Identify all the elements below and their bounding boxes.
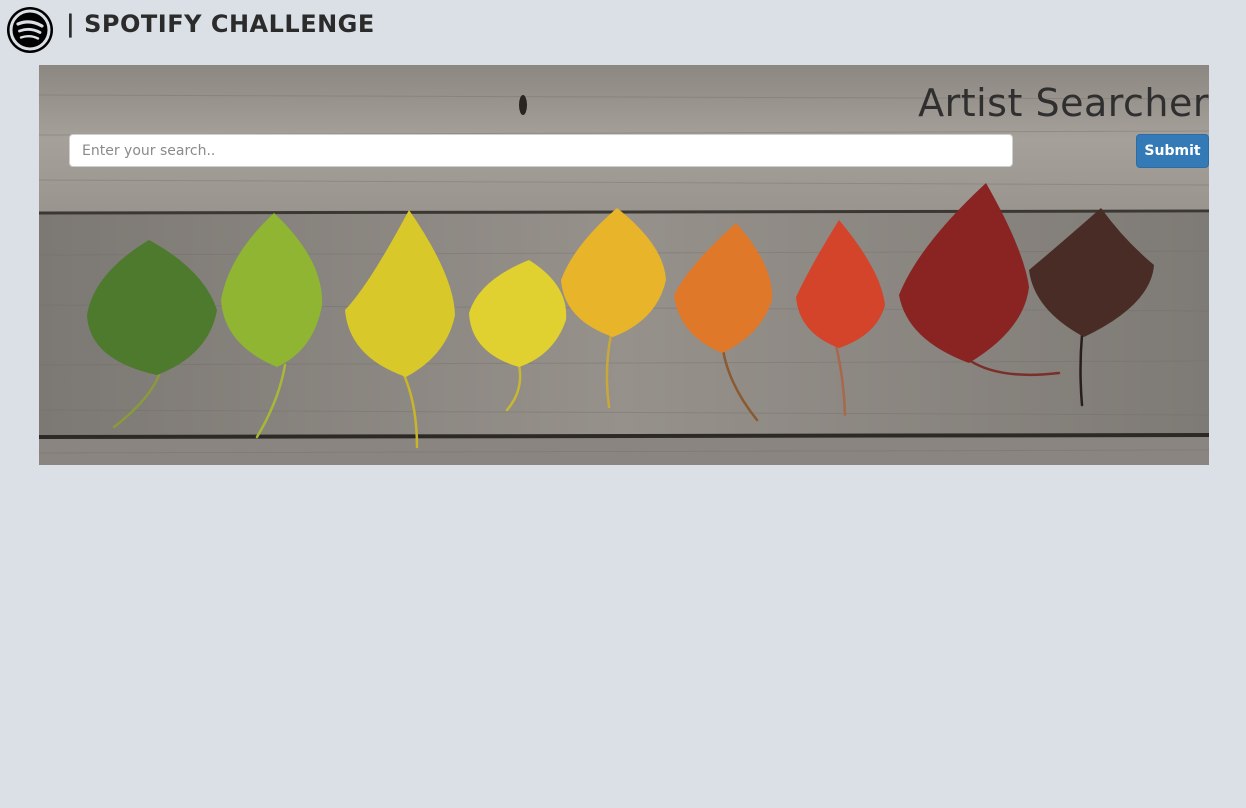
navbar: | SPOTIFY CHALLENGE [0, 0, 1246, 60]
hero-background-image [39, 65, 1209, 465]
hero-banner: Artist Searcher Submit [39, 65, 1209, 465]
brand-title[interactable]: | SPOTIFY CHALLENGE [66, 10, 375, 38]
submit-button[interactable]: Submit [1136, 134, 1209, 168]
spotify-logo-icon[interactable] [5, 5, 55, 55]
search-input[interactable] [69, 134, 1013, 167]
page-title: Artist Searcher [918, 81, 1209, 125]
